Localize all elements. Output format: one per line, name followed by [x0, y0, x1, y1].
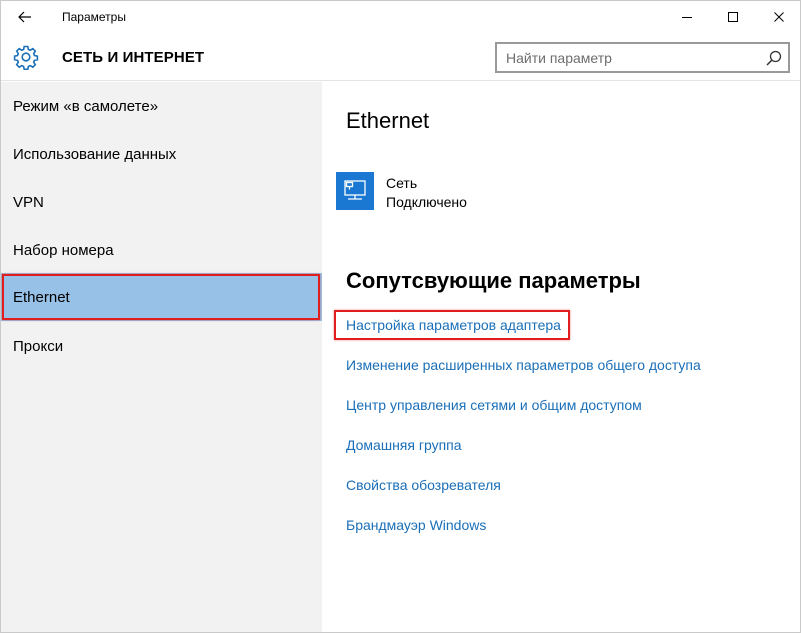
settings-header: СЕТЬ И ИНТЕРНЕТ — [1, 33, 800, 81]
sidebar-item-label: Режим «в самолете» — [13, 97, 159, 115]
link-network-sharing-center[interactable]: Центр управления сетями и общим доступом — [346, 397, 642, 413]
sidebar-item-dial-up[interactable]: Набор номера — [1, 226, 322, 274]
network-tile[interactable] — [336, 172, 374, 210]
link-advanced-sharing[interactable]: Изменение расширенных параметров общего … — [346, 357, 701, 373]
network-name[interactable]: Сеть — [386, 175, 417, 191]
link-adapter-settings[interactable]: Настройка параметров адаптера — [334, 310, 570, 340]
sidebar-item-label: Использование данных — [13, 145, 177, 163]
close-button[interactable] — [756, 1, 800, 33]
section-title: СЕТЬ И ИНТЕРНЕТ — [62, 49, 205, 66]
close-icon — [774, 12, 784, 22]
back-button[interactable] — [9, 2, 41, 32]
sidebar-item-label: Набор номера — [13, 241, 114, 259]
ethernet-monitor-icon — [344, 180, 366, 200]
gear-icon — [13, 45, 39, 70]
sidebar-item-proxy[interactable]: Прокси — [1, 322, 322, 370]
sidebar-item-label: VPN — [13, 193, 44, 211]
network-status: Подключено — [386, 194, 467, 210]
main-content: Ethernet Сеть Подключено Сопутсвующие па… — [322, 82, 800, 632]
sidebar-item-vpn[interactable]: VPN — [1, 178, 322, 226]
sidebar-item-data-usage[interactable]: Использование данных — [1, 130, 322, 178]
sidebar-item-airplane-mode[interactable]: Режим «в самолете» — [1, 82, 322, 130]
back-arrow-icon — [18, 11, 31, 23]
search-input[interactable] — [497, 44, 759, 71]
title-bar: Параметры — [1, 1, 800, 33]
link-internet-options[interactable]: Свойства обозревателя — [346, 477, 501, 493]
window-title: Параметры — [62, 10, 126, 24]
related-settings-title: Сопутсвующие параметры — [346, 268, 641, 293]
link-windows-firewall[interactable]: Брандмауэр Windows — [346, 517, 486, 533]
sidebar-item-label: Прокси — [13, 337, 64, 355]
search-icon[interactable] — [765, 49, 783, 67]
settings-window: Параметры СЕТЬ И ИНТЕРНЕТ Найти параметр… — [0, 0, 801, 633]
sidebar-item-label: Ethernet — [13, 288, 70, 306]
sidebar-item-ethernet[interactable]: Ethernet — [1, 273, 322, 321]
link-homegroup[interactable]: Домашняя группа — [346, 437, 462, 453]
minimize-button[interactable] — [664, 1, 710, 33]
sidebar: Режим «в самолете» Использование данных … — [1, 82, 322, 632]
maximize-icon — [728, 12, 738, 22]
maximize-button[interactable] — [710, 1, 756, 33]
minimize-icon — [682, 17, 692, 18]
page-title: Ethernet — [346, 108, 430, 133]
search-box[interactable] — [495, 42, 790, 73]
